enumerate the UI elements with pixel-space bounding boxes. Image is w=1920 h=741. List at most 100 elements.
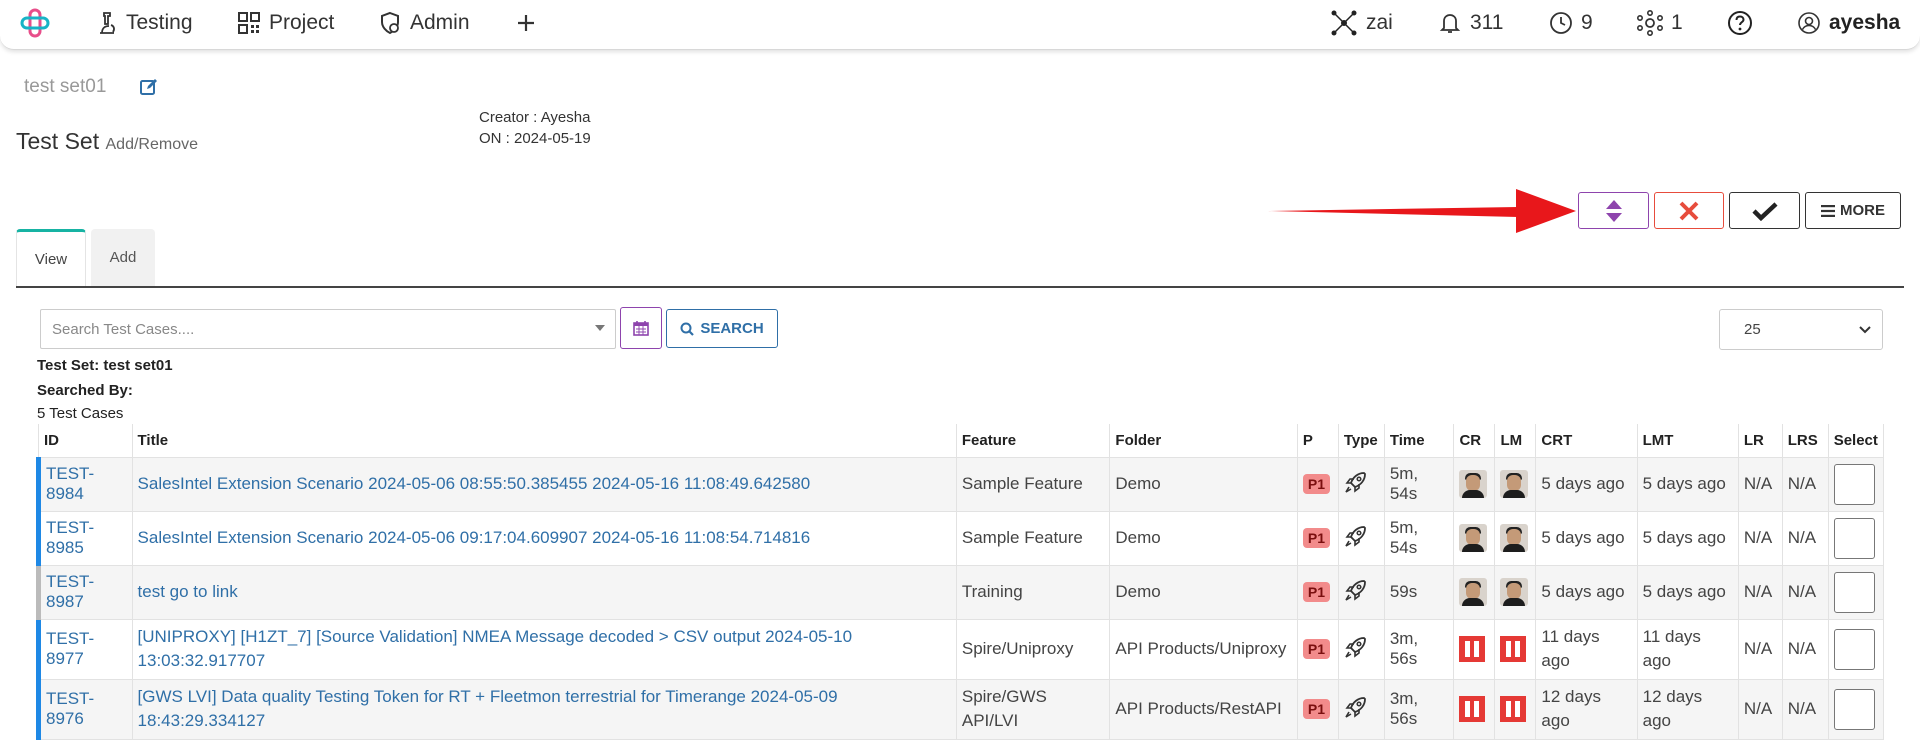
app-logo[interactable]: [20, 0, 50, 46]
history-count: 9: [1581, 11, 1593, 34]
select-checkbox[interactable]: [1833, 517, 1875, 559]
nav-zai-label: zai: [1366, 11, 1393, 34]
select-checkbox[interactable]: [1833, 463, 1875, 505]
paused-status-icon: [1459, 696, 1486, 722]
nav-user[interactable]: ayesha: [1797, 0, 1900, 46]
folder-cell: Demo: [1109, 456, 1298, 512]
sort-icon: [1605, 199, 1622, 222]
crt-cell: 12 days ago: [1535, 678, 1638, 740]
search-combobox[interactable]: [40, 309, 616, 349]
test-title-link[interactable]: SalesIntel Extension Scenario 2024-05-06…: [131, 510, 957, 566]
edit-icon[interactable]: [139, 77, 159, 102]
table-row[interactable]: TEST-8984 SalesIntel Extension Scenario …: [36, 456, 1885, 512]
test-title-link[interactable]: SalesIntel Extension Scenario 2024-05-06…: [131, 456, 957, 512]
nav-project[interactable]: Project: [237, 0, 334, 46]
lr-cell: N/A: [1737, 510, 1783, 566]
col-header-lrs[interactable]: LRS: [1781, 424, 1829, 458]
sort-button[interactable]: [1578, 192, 1649, 229]
select-checkbox[interactable]: [1833, 688, 1875, 730]
nav-testing[interactable]: Testing: [96, 0, 193, 46]
lrs-cell: N/A: [1781, 678, 1829, 740]
table-row[interactable]: TEST-8976 [GWS LVI] Data quality Testing…: [36, 678, 1885, 740]
test-id-link[interactable]: TEST-8977: [36, 618, 133, 680]
dropdown-caret-icon[interactable]: [595, 325, 605, 331]
remove-button[interactable]: [1654, 192, 1724, 229]
select-checkbox[interactable]: [1833, 628, 1875, 670]
user-avatar-icon: [1798, 12, 1820, 34]
user-name: ayesha: [1829, 11, 1901, 34]
network-count: 1: [1671, 11, 1683, 34]
test-id-link[interactable]: TEST-8984: [36, 456, 133, 512]
col-header-select: Select: [1827, 424, 1885, 458]
col-header-time[interactable]: Time: [1383, 424, 1455, 458]
test-id-link[interactable]: TEST-8976: [36, 678, 133, 740]
user-avatar: [1500, 524, 1529, 552]
nav-network[interactable]: 1: [1637, 0, 1683, 46]
col-header-priority[interactable]: P: [1296, 424, 1339, 458]
test-id-link[interactable]: TEST-8987: [36, 564, 133, 620]
page-size-value: 25: [1744, 321, 1761, 338]
table-row[interactable]: TEST-8987 test go to link Training Demo …: [36, 564, 1885, 620]
table-row[interactable]: TEST-8977 [UNIPROXY] [H1ZT_7] [Source Va…: [36, 618, 1885, 680]
network-nodes-icon: [1331, 10, 1357, 36]
nav-history[interactable]: 9: [1549, 0, 1593, 46]
test-set-name: test set01: [24, 76, 107, 97]
select-checkbox[interactable]: [1833, 571, 1875, 613]
confirm-button[interactable]: [1729, 192, 1800, 229]
priority-badge: P1: [1302, 528, 1330, 548]
page-size-select[interactable]: 25: [1719, 309, 1883, 350]
user-avatar: [1500, 470, 1529, 498]
priority-cell: P1: [1296, 456, 1339, 512]
lmt-cell: 11 days ago: [1636, 618, 1739, 680]
nav-help[interactable]: [1727, 0, 1753, 46]
search-input[interactable]: [41, 310, 581, 348]
col-header-lr[interactable]: LR: [1737, 424, 1783, 458]
calendar-button[interactable]: [620, 307, 662, 349]
rocket-icon: [1345, 525, 1366, 547]
col-header-crt[interactable]: CRT: [1535, 424, 1638, 458]
close-icon: [1679, 201, 1699, 220]
col-header-id[interactable]: ID: [38, 424, 133, 458]
tab-view[interactable]: View: [16, 229, 86, 287]
section-sub-label: Add/Remove: [105, 136, 199, 153]
col-header-feature[interactable]: Feature: [955, 424, 1111, 458]
test-title-link[interactable]: test go to link: [131, 564, 957, 620]
nav-notifications[interactable]: 311: [1438, 0, 1503, 46]
tab-add[interactable]: Add: [91, 229, 155, 286]
test-title-link[interactable]: [UNIPROXY] [H1ZT_7] [Source Validation] …: [131, 618, 957, 680]
time-cell: 3m, 56s: [1383, 678, 1455, 740]
col-header-lmt[interactable]: LMT: [1636, 424, 1739, 458]
help-icon: [1728, 11, 1752, 35]
col-header-folder[interactable]: Folder: [1109, 424, 1298, 458]
more-button[interactable]: MORE: [1805, 192, 1901, 229]
type-cell: [1337, 618, 1385, 680]
col-header-title[interactable]: Title: [131, 424, 957, 458]
test-title-link[interactable]: [GWS LVI] Data quality Testing Token for…: [131, 678, 957, 740]
type-cell: [1337, 510, 1385, 566]
rocket-icon: [1345, 636, 1366, 658]
microscope-icon: [100, 12, 115, 34]
user-avatar: [1459, 578, 1488, 606]
section-label: Test Set: [16, 128, 100, 154]
col-header-cr[interactable]: CR: [1453, 424, 1496, 458]
search-button[interactable]: SEARCH: [666, 309, 778, 348]
feature-cell: Sample Feature: [955, 456, 1111, 512]
creator-label: Creator : Ayesha: [479, 109, 591, 126]
table-row[interactable]: TEST-8985 SalesIntel Extension Scenario …: [36, 510, 1885, 566]
priority-cell: P1: [1296, 564, 1339, 620]
lrs-cell: N/A: [1781, 456, 1829, 512]
feature-cell: Sample Feature: [955, 510, 1111, 566]
nav-admin[interactable]: Admin: [378, 0, 470, 46]
select-cell: [1827, 564, 1885, 620]
nav-add-button[interactable]: [516, 0, 536, 46]
paused-status-icon: [1459, 636, 1486, 662]
chevron-down-icon: [1859, 326, 1871, 334]
col-header-lm[interactable]: LM: [1494, 424, 1537, 458]
col-header-type[interactable]: Type: [1337, 424, 1385, 458]
test-id-link[interactable]: TEST-8985: [36, 510, 133, 566]
lr-cell: N/A: [1737, 678, 1783, 740]
tab-divider: [16, 286, 1904, 288]
type-cell: [1337, 456, 1385, 512]
crt-cell: 5 days ago: [1535, 510, 1638, 566]
nav-zai[interactable]: zai: [1330, 0, 1393, 46]
